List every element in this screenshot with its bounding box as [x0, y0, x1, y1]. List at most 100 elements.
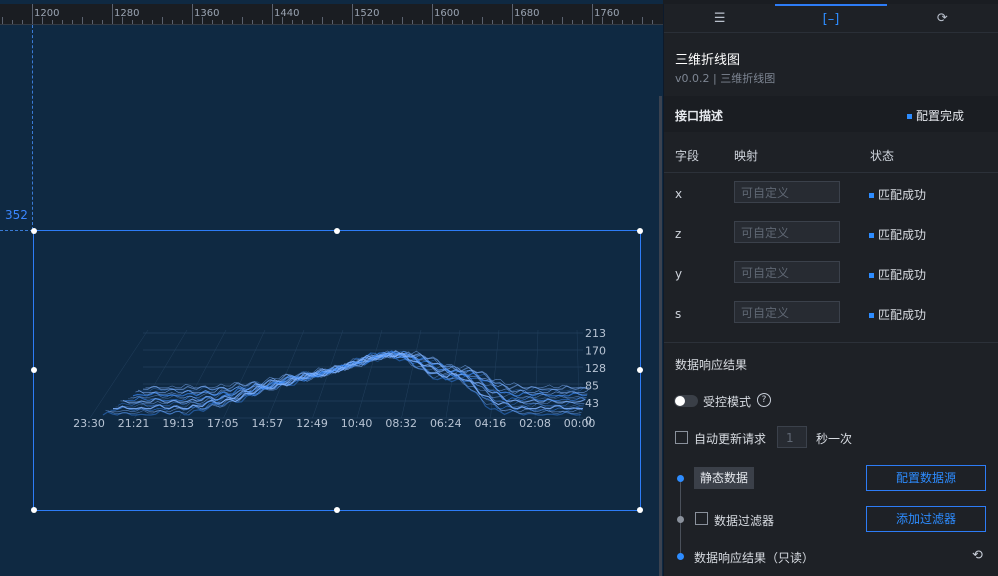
resize-handle-tr[interactable]	[637, 228, 643, 234]
ruler-minor-tick	[172, 20, 173, 24]
resize-handle-br[interactable]	[637, 507, 643, 513]
ruler-label: 1760	[594, 8, 620, 19]
timeline-dot-icon	[677, 553, 684, 560]
vertical-guide-line	[32, 25, 33, 230]
data-filter-checkbox[interactable]	[695, 512, 708, 525]
horizontal-ruler[interactable]: 120012801360144015201600168017601840	[0, 4, 663, 25]
ruler-minor-tick	[582, 20, 583, 24]
ruler-minor-tick	[512, 20, 513, 24]
resize-handle-t[interactable]	[334, 228, 340, 234]
ruler-minor-tick	[612, 20, 613, 24]
ruler-minor-tick	[22, 20, 23, 24]
api-description-header[interactable]: 接口描述 配置完成	[664, 96, 998, 132]
field-name-x: x	[675, 187, 683, 201]
ruler-minor-tick	[482, 17, 483, 24]
config-panel: ☰ [–] ⟳ 三维折线图 v0.0.2 | 三维折线图 接口描述 配置完成 字…	[664, 4, 998, 576]
ruler-minor-tick	[642, 17, 643, 24]
tab-data[interactable]: [–]	[775, 4, 887, 32]
interval-input[interactable]: 1	[777, 426, 807, 448]
ruler-minor-tick	[592, 20, 593, 24]
ruler-minor-tick	[492, 20, 493, 24]
header-mapping: 映射	[734, 149, 759, 163]
ruler-minor-tick	[302, 20, 303, 24]
ruler-minor-tick	[92, 20, 93, 24]
ruler-minor-tick	[32, 20, 33, 24]
field-name-y: y	[675, 267, 683, 281]
ruler-minor-tick	[42, 17, 43, 24]
api-description-title: 接口描述	[675, 109, 724, 123]
status-dot-icon	[869, 193, 874, 198]
static-data-tag[interactable]: 静态数据	[694, 467, 755, 489]
editor-canvas[interactable]: 120012801360144015201600168017601840 352…	[0, 0, 663, 576]
field-status-y: 匹配成功	[869, 266, 926, 283]
config-datasource-button[interactable]: 配置数据源	[866, 465, 986, 491]
ruler-minor-tick	[342, 20, 343, 24]
resize-handle-r[interactable]	[637, 367, 643, 373]
ruler-minor-tick	[52, 20, 53, 24]
mapping-input-y[interactable]: 可自定义	[734, 261, 840, 283]
resize-handle-tl[interactable]	[31, 228, 37, 234]
ruler-minor-tick	[132, 20, 133, 24]
ruler-minor-tick	[472, 20, 473, 24]
mapping-input-s[interactable]: 可自定义	[734, 301, 840, 323]
ruler-minor-tick	[442, 17, 443, 24]
ruler-minor-tick	[312, 20, 313, 24]
response-readonly-label: 数据响应结果（只读）	[694, 551, 815, 565]
tab-interaction[interactable]: ⟳	[887, 4, 998, 32]
ruler-minor-tick	[462, 20, 463, 24]
tab-config[interactable]: ☰	[664, 4, 775, 32]
component-version: v0.0.2 | 三维折线图	[675, 72, 776, 85]
ruler-minor-tick	[602, 17, 603, 24]
toggle-knob	[675, 396, 685, 406]
header-field: 字段	[675, 149, 700, 163]
ruler-minor-tick	[292, 20, 293, 24]
resize-handle-bl[interactable]	[31, 507, 37, 513]
selection-box[interactable]	[31, 228, 643, 513]
data-bracket-icon: [–]	[822, 11, 840, 27]
resize-handle-b[interactable]	[334, 507, 340, 513]
ruler-minor-tick	[372, 20, 373, 24]
ruler-minor-tick	[222, 20, 223, 24]
ruler-minor-tick	[622, 20, 623, 24]
ruler-minor-tick	[432, 20, 433, 24]
field-status-text: 匹配成功	[878, 188, 927, 202]
ruler-minor-tick	[82, 17, 83, 24]
ruler-label: 1440	[274, 8, 300, 19]
ruler-minor-tick	[412, 20, 413, 24]
timeline-dot-icon	[677, 516, 684, 523]
mapping-input-z[interactable]: 可自定义	[734, 221, 840, 243]
canvas-scrollbar[interactable]	[659, 96, 662, 576]
add-filter-button[interactable]: 添加过滤器	[866, 506, 986, 532]
ruler-minor-tick	[422, 20, 423, 24]
refresh-icon[interactable]: ⟲	[972, 548, 983, 563]
data-filter-label: 数据过滤器	[714, 514, 775, 528]
ruler-minor-tick	[242, 17, 243, 24]
ruler-minor-tick	[382, 20, 383, 24]
divider	[664, 172, 998, 173]
ruler-minor-tick	[192, 20, 193, 24]
ruler-minor-tick	[12, 20, 13, 24]
help-icon[interactable]: ?	[757, 393, 771, 407]
ruler-minor-tick	[402, 17, 403, 24]
controlled-mode-toggle[interactable]	[674, 395, 698, 407]
ruler-label: 1520	[354, 8, 380, 19]
resize-handle-l[interactable]	[31, 367, 37, 373]
ruler-minor-tick	[212, 20, 213, 24]
status-dot-icon	[869, 273, 874, 278]
ruler-minor-tick	[522, 17, 523, 24]
header-status: 状态	[870, 149, 895, 163]
ruler-minor-tick	[352, 20, 353, 24]
timeline-dot-icon	[677, 475, 684, 482]
field-status-z: 匹配成功	[869, 226, 926, 243]
ruler-minor-tick	[532, 20, 533, 24]
ruler-minor-tick	[162, 17, 163, 24]
ruler-minor-tick	[652, 20, 653, 24]
ruler-minor-tick	[112, 20, 113, 24]
mapping-input-x[interactable]: 可自定义	[734, 181, 840, 203]
field-status-text: 匹配成功	[878, 228, 927, 242]
auto-update-checkbox[interactable]	[675, 431, 688, 444]
ruler-minor-tick	[262, 20, 263, 24]
panel-tabs: ☰ [–] ⟳	[664, 4, 998, 33]
interaction-icon: ⟳	[936, 10, 948, 26]
field-name-z: z	[675, 227, 682, 241]
